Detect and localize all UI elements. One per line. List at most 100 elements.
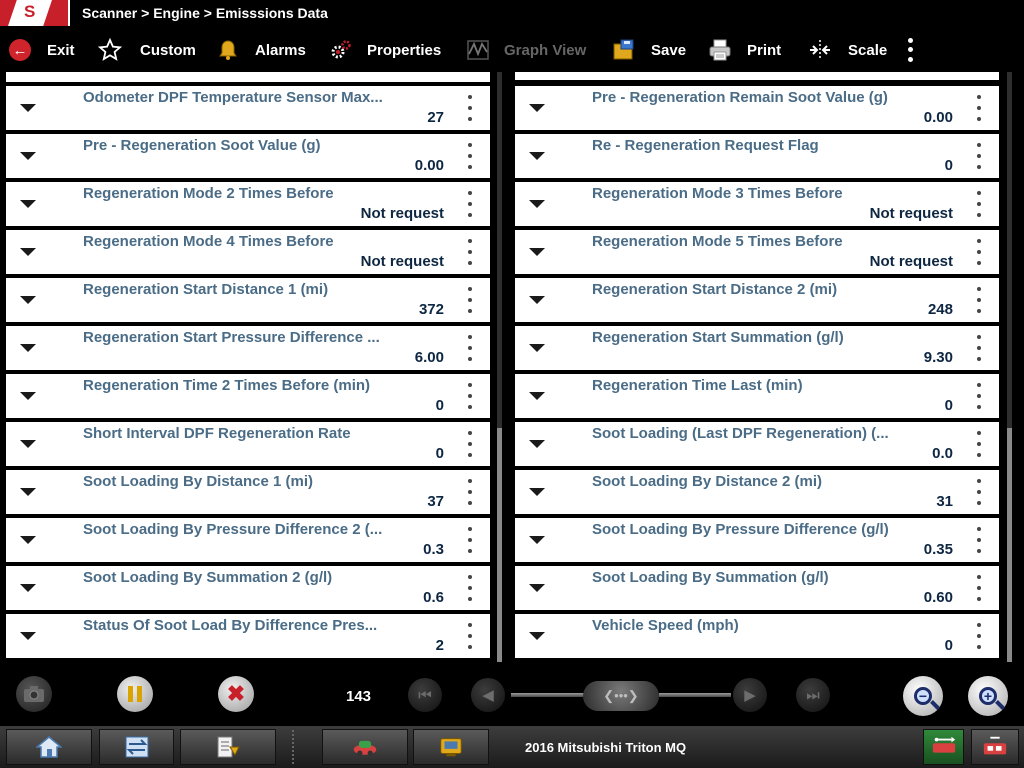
- parameter-row[interactable]: Soot Loading By Pressure Difference 2 (.…: [6, 518, 490, 562]
- parameter-row[interactable]: Pre - Regeneration Remain Soot Value (g)…: [515, 86, 999, 130]
- parameter-row[interactable]: Regeneration Start Distance 1 (mi) 372: [6, 278, 490, 322]
- row-menu-icon[interactable]: [975, 575, 983, 601]
- exit-button[interactable]: ← Exit: [8, 28, 75, 72]
- expand-arrow-icon[interactable]: [20, 152, 36, 160]
- expand-arrow-icon[interactable]: [20, 536, 36, 544]
- shortcut-button-2[interactable]: [99, 729, 174, 765]
- expand-arrow-icon[interactable]: [20, 200, 36, 208]
- parameter-row[interactable]: Regeneration Time 2 Times Before (min) 0: [6, 374, 490, 418]
- parameter-row[interactable]: Re - Regeneration Request Flag 0: [515, 134, 999, 178]
- expand-arrow-icon[interactable]: [529, 344, 545, 352]
- row-menu-icon[interactable]: [466, 143, 474, 169]
- row-menu-icon[interactable]: [466, 191, 474, 217]
- row-menu-icon[interactable]: [466, 479, 474, 505]
- row-menu-icon[interactable]: [466, 431, 474, 457]
- save-button[interactable]: Save: [611, 28, 686, 72]
- row-menu-icon[interactable]: [975, 239, 983, 265]
- parameter-row[interactable]: Status Of Soot Load By Difference Pres..…: [6, 614, 490, 658]
- expand-arrow-icon[interactable]: [529, 488, 545, 496]
- row-menu-icon[interactable]: [466, 335, 474, 361]
- playback-slider-thumb[interactable]: ❮•••❯: [583, 681, 659, 711]
- scrollbar-left[interactable]: [497, 72, 502, 662]
- playback-track-left[interactable]: [511, 693, 585, 697]
- expand-arrow-icon[interactable]: [529, 152, 545, 160]
- row-menu-icon[interactable]: [975, 383, 983, 409]
- expand-arrow-icon[interactable]: [529, 440, 545, 448]
- parameter-row[interactable]: Regeneration Mode 3 Times Before Not requ…: [515, 182, 999, 226]
- scale-button[interactable]: Scale: [808, 28, 887, 72]
- row-menu-icon[interactable]: [975, 431, 983, 457]
- expand-arrow-icon[interactable]: [20, 488, 36, 496]
- row-menu-icon[interactable]: [466, 623, 474, 649]
- pause-button[interactable]: [117, 676, 153, 712]
- parameter-row[interactable]: Regeneration Start Distance 2 (mi) 248: [515, 278, 999, 322]
- row-menu-icon[interactable]: [975, 143, 983, 169]
- row-menu-icon[interactable]: [975, 335, 983, 361]
- row-menu-icon[interactable]: [975, 95, 983, 121]
- row-menu-icon[interactable]: [466, 575, 474, 601]
- parameter-row[interactable]: Soot Loading By Summation 2 (g/l) 0.6: [6, 566, 490, 610]
- row-menu-icon[interactable]: [975, 287, 983, 313]
- shortcut-button-3[interactable]: [180, 729, 276, 765]
- parameter-row[interactable]: Soot Loading By Pressure Difference (g/l…: [515, 518, 999, 562]
- shortcut-button-5[interactable]: [413, 729, 489, 765]
- scrollbar-right[interactable]: [1007, 72, 1012, 662]
- expand-arrow-icon[interactable]: [529, 536, 545, 544]
- expand-arrow-icon[interactable]: [20, 344, 36, 352]
- row-menu-icon[interactable]: [466, 239, 474, 265]
- row-menu-icon[interactable]: [975, 191, 983, 217]
- row-menu-icon[interactable]: [975, 479, 983, 505]
- camera-icon[interactable]: [16, 676, 52, 712]
- expand-arrow-icon[interactable]: [529, 296, 545, 304]
- expand-arrow-icon[interactable]: [20, 296, 36, 304]
- properties-button[interactable]: Properties: [329, 28, 441, 72]
- zoom-in-button[interactable]: +: [968, 676, 1008, 716]
- playback-track-right[interactable]: [659, 693, 731, 697]
- expand-arrow-icon[interactable]: [529, 392, 545, 400]
- scrollbar-thumb-right[interactable]: [1007, 428, 1012, 662]
- parameter-row[interactable]: Soot Loading By Distance 2 (mi) 31: [515, 470, 999, 514]
- parameter-row[interactable]: Regeneration Mode 5 Times Before Not requ…: [515, 230, 999, 274]
- expand-arrow-icon[interactable]: [20, 392, 36, 400]
- parameter-row[interactable]: Regeneration Start Pressure Difference .…: [6, 326, 490, 370]
- expand-arrow-icon[interactable]: [20, 104, 36, 112]
- shortcut-button-4[interactable]: [322, 729, 408, 765]
- parameter-row[interactable]: Regeneration Mode 4 Times Before Not requ…: [6, 230, 490, 274]
- parameter-row[interactable]: Regeneration Start Summation (g/l) 9.30: [515, 326, 999, 370]
- parameter-row[interactable]: Soot Loading (Last DPF Regeneration) (..…: [515, 422, 999, 466]
- row-menu-icon[interactable]: [466, 383, 474, 409]
- row-menu-icon[interactable]: [466, 95, 474, 121]
- expand-arrow-icon[interactable]: [20, 248, 36, 256]
- row-menu-icon[interactable]: [975, 623, 983, 649]
- graph-view-button[interactable]: Graph View: [466, 28, 586, 72]
- parameter-row[interactable]: Regeneration Time Last (min) 0: [515, 374, 999, 418]
- expand-arrow-icon[interactable]: [529, 584, 545, 592]
- zoom-out-button[interactable]: −: [903, 676, 943, 716]
- expand-arrow-icon[interactable]: [20, 584, 36, 592]
- app-logo[interactable]: S: [0, 0, 70, 26]
- skip-to-end-button[interactable]: ⏭: [796, 678, 830, 712]
- parameter-row[interactable]: Pre - Regeneration Soot Value (g) 0.00: [6, 134, 490, 178]
- vci-button[interactable]: [971, 729, 1019, 765]
- parameter-row[interactable]: Regeneration Mode 2 Times Before Not requ…: [6, 182, 490, 226]
- parameter-row[interactable]: Vehicle Speed (mph) 0: [515, 614, 999, 658]
- expand-arrow-icon[interactable]: [529, 632, 545, 640]
- row-menu-icon[interactable]: [975, 527, 983, 553]
- stop-button[interactable]: ✖: [218, 676, 254, 712]
- parameter-row[interactable]: Short Interval DPF Regeneration Rate 0: [6, 422, 490, 466]
- row-menu-icon[interactable]: [466, 527, 474, 553]
- row-menu-icon[interactable]: [466, 287, 474, 313]
- expand-arrow-icon[interactable]: [529, 248, 545, 256]
- print-button[interactable]: Print: [708, 28, 781, 72]
- step-forward-button[interactable]: ▶: [733, 678, 767, 712]
- step-back-button[interactable]: ◀: [471, 678, 505, 712]
- parameter-row[interactable]: Soot Loading By Summation (g/l) 0.60: [515, 566, 999, 610]
- expand-arrow-icon[interactable]: [20, 632, 36, 640]
- alarms-button[interactable]: Alarms: [216, 28, 306, 72]
- home-button[interactable]: [6, 729, 92, 765]
- expand-arrow-icon[interactable]: [529, 200, 545, 208]
- parameter-row[interactable]: Soot Loading By Distance 1 (mi) 37: [6, 470, 490, 514]
- expand-arrow-icon[interactable]: [529, 104, 545, 112]
- scrollbar-thumb-left[interactable]: [497, 428, 502, 662]
- custom-button[interactable]: Custom: [98, 28, 196, 72]
